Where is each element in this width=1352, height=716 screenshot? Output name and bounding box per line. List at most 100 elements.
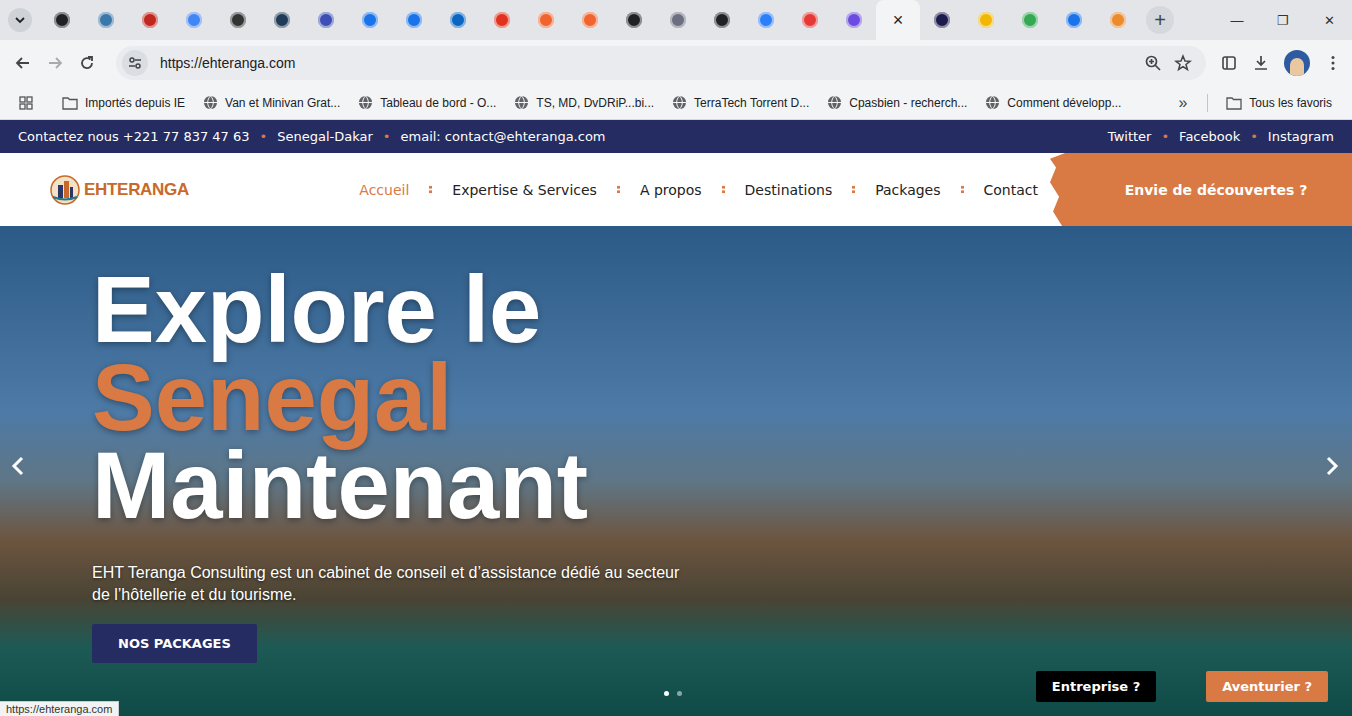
favicon-icon (934, 12, 950, 28)
choice-button[interactable]: Aventurier ? (1206, 671, 1328, 702)
nav-item[interactable]: Contact (984, 182, 1038, 198)
window-control-button[interactable]: ✕ (1306, 13, 1352, 28)
favicon-icon (450, 12, 466, 28)
tab[interactable] (128, 0, 172, 40)
chevron-down-icon (14, 14, 26, 26)
nav-item[interactable]: Expertise & Services (452, 182, 597, 198)
tab[interactable] (568, 0, 612, 40)
social-link[interactable]: Facebook (1179, 129, 1240, 144)
profile-avatar-icon[interactable] (1284, 50, 1310, 76)
bookmark-item[interactable]: TerraTech Torrent D... (666, 95, 815, 110)
social-link[interactable]: Twitter (1108, 129, 1152, 144)
bookmark-item[interactable]: Cpasbien - recherch... (821, 95, 973, 110)
tab-close-button[interactable]: × (893, 10, 904, 31)
tab[interactable] (480, 0, 524, 40)
tab[interactable] (832, 0, 876, 40)
menu-icon[interactable] (1324, 54, 1342, 72)
window-control-button[interactable]: — (1214, 13, 1260, 28)
favicon-icon (538, 12, 554, 28)
discover-button[interactable]: Envie de découvertes ? (1050, 153, 1352, 226)
tune-icon (127, 55, 143, 71)
bookmark-item[interactable]: Tableau de bord - O... (352, 95, 502, 110)
tab-search-button[interactable] (8, 8, 32, 32)
tab[interactable] (392, 0, 436, 40)
browser-window: × + —❐✕ https://ehteranga.com Importés depui… (0, 0, 1352, 716)
tab[interactable] (1052, 0, 1096, 40)
tab[interactable] (612, 0, 656, 40)
favicon-icon (758, 12, 774, 28)
tab[interactable] (304, 0, 348, 40)
favicon-icon (1110, 12, 1126, 28)
tab[interactable] (1008, 0, 1052, 40)
tab[interactable] (216, 0, 260, 40)
site-logo[interactable]: EHTERANGA (0, 175, 189, 205)
window-control-button[interactable]: ❐ (1260, 13, 1306, 28)
nav-separator (852, 185, 855, 194)
bookmarks-bar: Importés depuis IE Van et Minivan Grat...… (0, 86, 1352, 120)
favicon-icon (1066, 12, 1082, 28)
star-icon[interactable] (1174, 54, 1192, 72)
tab[interactable] (1096, 0, 1140, 40)
tab[interactable] (964, 0, 1008, 40)
apps-grid-icon[interactable] (18, 95, 34, 111)
tab[interactable] (744, 0, 788, 40)
favicon-icon (714, 12, 730, 28)
separator: • (383, 129, 391, 144)
bookmark-item[interactable]: Van et Minivan Grat... (197, 95, 346, 110)
tab[interactable]: × (876, 0, 920, 40)
contact-email[interactable]: email: contact@ehteranga.com (401, 129, 606, 144)
tab[interactable] (436, 0, 480, 40)
bookmarks-overflow-button[interactable]: » (1170, 94, 1195, 112)
tab[interactable] (172, 0, 216, 40)
bookmark-item[interactable]: TS, MD, DvDRiP...bi... (508, 95, 660, 110)
all-bookmarks-button[interactable]: Tous les favoris (1220, 96, 1338, 110)
new-tab-button[interactable]: + (1146, 6, 1174, 34)
bookmark-item[interactable]: Comment développ... (979, 95, 1127, 110)
favicon-icon (670, 12, 686, 28)
choice-button[interactable]: Entreprise ? (1036, 671, 1156, 702)
forward-arrow-icon[interactable] (46, 54, 64, 72)
nav-item[interactable]: Accueil (359, 182, 409, 198)
tab[interactable] (656, 0, 700, 40)
zoom-icon[interactable] (1144, 54, 1162, 72)
address-text[interactable]: https://ehteranga.com (160, 55, 295, 71)
favicon-icon (98, 12, 114, 28)
favicon-icon (494, 12, 510, 28)
site-settings-button[interactable] (122, 50, 148, 76)
tab[interactable] (348, 0, 392, 40)
packages-button[interactable]: NOS PACKAGES (92, 624, 257, 663)
favicon-icon (406, 12, 422, 28)
tab[interactable] (788, 0, 832, 40)
bookmark-item[interactable]: Importés depuis IE (56, 96, 191, 110)
nav-separator (722, 185, 725, 194)
divider (1207, 94, 1208, 112)
tab[interactable] (920, 0, 964, 40)
web-page: Contactez nous +221 77 837 47 63•Senegal… (0, 120, 1352, 716)
contact-phone[interactable]: Contactez nous +221 77 837 47 63 (18, 129, 250, 144)
separator: • (1250, 129, 1258, 144)
download-icon[interactable] (1252, 54, 1270, 72)
social-link[interactable]: Instagram (1268, 129, 1334, 144)
reload-icon[interactable] (78, 54, 96, 72)
slide-dot[interactable] (677, 691, 682, 696)
slide-dot[interactable] (664, 691, 669, 696)
favicon-icon (230, 12, 246, 28)
tab[interactable] (40, 0, 84, 40)
back-arrow-icon[interactable] (14, 54, 32, 72)
tab[interactable] (84, 0, 128, 40)
nav-item[interactable]: A propos (640, 182, 702, 198)
chevron-left-icon[interactable] (10, 456, 26, 476)
address-bar[interactable]: https://ehteranga.com (116, 46, 1206, 80)
tab[interactable] (260, 0, 304, 40)
tab[interactable] (700, 0, 744, 40)
tab[interactable] (524, 0, 568, 40)
chevron-right-icon[interactable] (1324, 456, 1340, 476)
folder-icon (1226, 96, 1242, 110)
globe-icon (827, 95, 842, 110)
extensions-icon[interactable] (1220, 54, 1238, 72)
nav-item[interactable]: Destinations (745, 182, 833, 198)
globe-icon (672, 95, 687, 110)
favicon-icon (978, 12, 994, 28)
nav-item[interactable]: Packages (875, 182, 940, 198)
favicon-icon (362, 12, 378, 28)
